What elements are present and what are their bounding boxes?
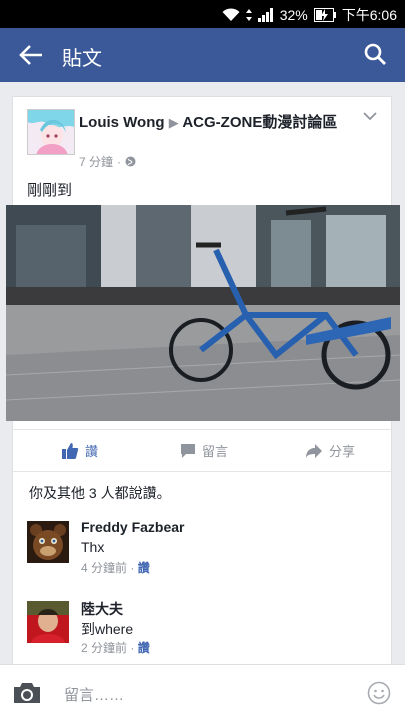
- commenter-avatar[interactable]: [27, 601, 69, 643]
- divider: [13, 471, 391, 472]
- battery-percent: 32%: [279, 7, 308, 23]
- comment-meta: 4 分鐘前 · 讚: [81, 559, 150, 576]
- data-arrows-icon: [245, 9, 252, 21]
- search-icon[interactable]: [363, 42, 387, 66]
- back-arrow-icon[interactable]: [18, 43, 44, 67]
- comment-composer: 留言……: [0, 664, 405, 720]
- post-text: 剛剛到: [27, 182, 73, 199]
- clock: 下午6:06: [341, 7, 397, 23]
- chevron-down-icon[interactable]: [363, 111, 377, 121]
- status-bar: 32% 下午6:06: [0, 0, 405, 28]
- action-bar: 讚 留言 分享: [13, 435, 391, 471]
- comment-button[interactable]: 留言: [180, 441, 228, 460]
- avatar[interactable]: [27, 109, 75, 155]
- like-button[interactable]: 讚: [61, 441, 98, 460]
- camera-icon[interactable]: [12, 681, 42, 705]
- globe-icon: [125, 156, 136, 167]
- wifi-icon: [222, 8, 240, 21]
- signal-icon: [257, 8, 273, 22]
- post-timestamp: 7 分鐘 ·: [79, 153, 136, 170]
- poster-name[interactable]: Louis Wong: [79, 114, 165, 131]
- post-card: Louis Wong ▶ ACG-ZONE動漫討論區 7 分鐘 · 剛剛到 讚 …: [6, 96, 400, 664]
- commenter-avatar[interactable]: [27, 521, 69, 563]
- emoji-icon[interactable]: [367, 681, 391, 705]
- group-name[interactable]: ACG-ZONE動漫討論區: [182, 114, 337, 131]
- likes-summary[interactable]: 你及其他 3 人都說讚。: [29, 483, 171, 503]
- app-bar: 貼文: [0, 28, 405, 82]
- comment-like-link[interactable]: 讚: [138, 641, 150, 655]
- comment-label: 留言: [202, 444, 229, 459]
- battery-charging-icon: [313, 8, 336, 22]
- comment-input[interactable]: 留言……: [64, 684, 124, 705]
- share-button[interactable]: 分享: [305, 441, 355, 460]
- comment-text: Thx: [81, 539, 105, 555]
- comment-item: 陸大夫 到where 2 分鐘前 · 讚: [27, 599, 377, 659]
- comment-like-link[interactable]: 讚: [138, 561, 150, 575]
- divider: [13, 429, 391, 430]
- separator-dot: ·: [130, 641, 135, 655]
- separator-dot: ·: [130, 561, 135, 575]
- commenter-name[interactable]: 陸大夫: [81, 599, 123, 619]
- comment-meta: 2 分鐘前 · 讚: [81, 639, 150, 656]
- post-photo[interactable]: [6, 205, 400, 421]
- share-label: 分享: [329, 444, 356, 459]
- comment-time: 4 分鐘前: [81, 561, 128, 575]
- comment-time: 2 分鐘前: [81, 641, 128, 655]
- feed[interactable]: Louis Wong ▶ ACG-ZONE動漫討論區 7 分鐘 · 剛剛到 讚 …: [0, 82, 405, 664]
- separator-dot: ·: [117, 154, 122, 169]
- comment-text: 到where: [81, 621, 134, 637]
- thumbs-up-icon: [62, 442, 79, 459]
- like-label: 讚: [85, 444, 99, 459]
- page-title: 貼文: [62, 48, 102, 70]
- post-time[interactable]: 7 分鐘: [79, 153, 113, 170]
- share-icon: [306, 443, 322, 458]
- post-header-title: Louis Wong ▶ ACG-ZONE動漫討論區: [79, 113, 359, 133]
- group-arrow: ▶: [168, 115, 179, 130]
- commenter-name[interactable]: Freddy Fazbear: [81, 519, 184, 535]
- comment-item: Freddy Fazbear Thx 4 分鐘前 · 讚: [27, 519, 377, 579]
- comment-icon: [181, 443, 195, 458]
